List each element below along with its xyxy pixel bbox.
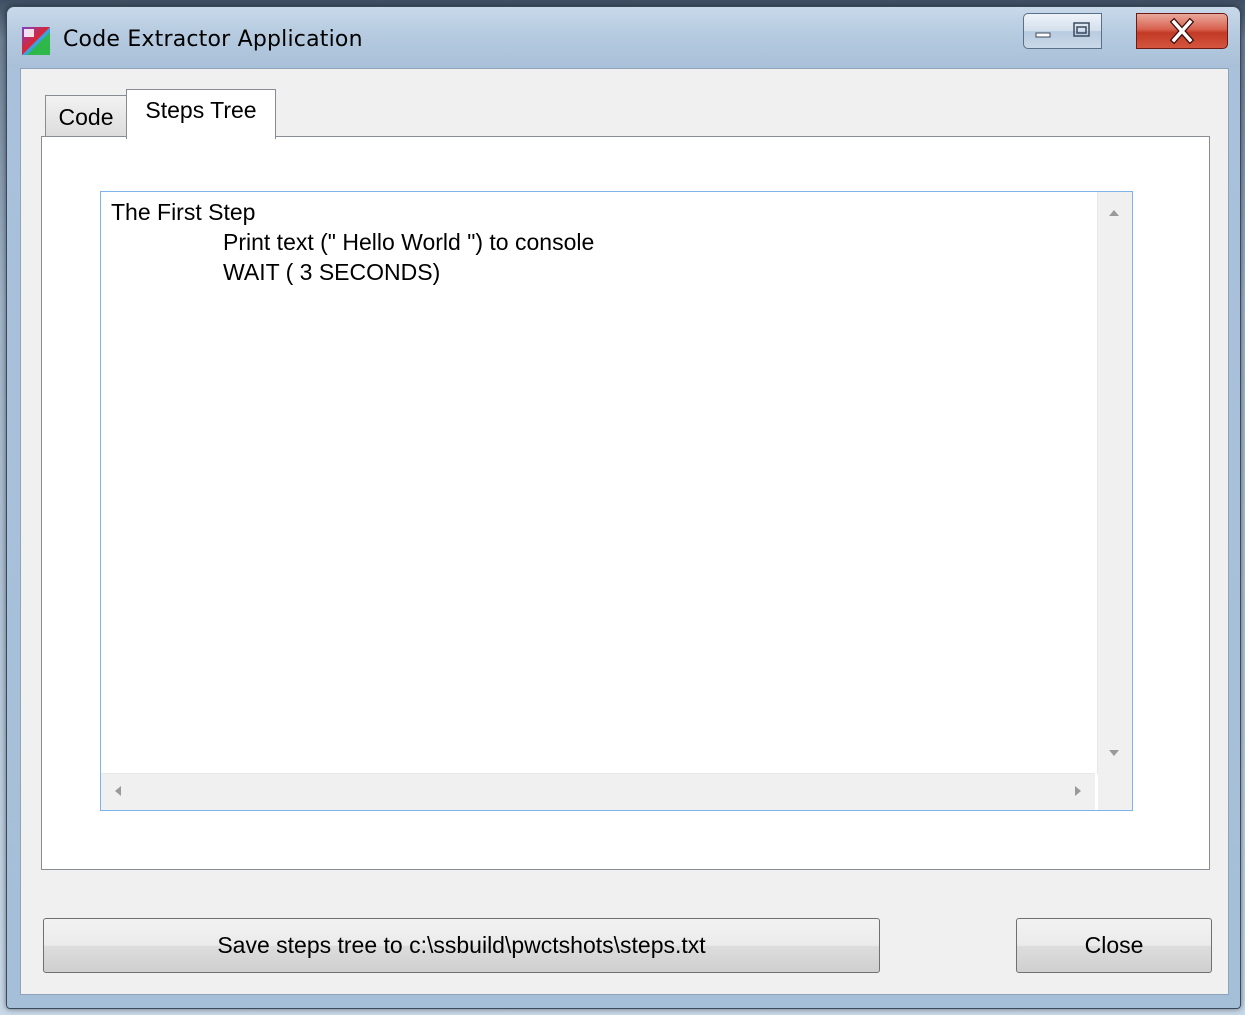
tab-code[interactable]: Code bbox=[45, 95, 127, 137]
minimize-icon bbox=[1035, 32, 1051, 38]
window-title: Code Extractor Application bbox=[63, 27, 363, 52]
maximize-button[interactable] bbox=[1062, 13, 1102, 49]
scroll-up-arrow-icon[interactable] bbox=[1109, 210, 1119, 216]
save-steps-tree-button[interactable]: Save steps tree to c:\ssbuild\pwctshots\… bbox=[43, 918, 880, 973]
close-window-button[interactable] bbox=[1136, 13, 1228, 49]
step-line: The First Step bbox=[111, 199, 256, 225]
steps-tree-content[interactable]: The First Step Print text (" Hello World… bbox=[101, 192, 1095, 774]
close-button[interactable]: Close bbox=[1016, 918, 1212, 973]
scrollbar-corner bbox=[1098, 774, 1132, 810]
steps-tree-textbox[interactable]: The First Step Print text (" Hello World… bbox=[100, 191, 1133, 811]
minimize-button[interactable] bbox=[1023, 13, 1063, 49]
close-x-icon bbox=[1169, 17, 1195, 45]
app-window: Code Extractor Application Code Steps Tr… bbox=[6, 6, 1241, 1009]
dialog-client-area: Code Steps Tree The First Step Print tex… bbox=[20, 68, 1229, 995]
title-bar[interactable]: Code Extractor Application bbox=[7, 7, 1240, 67]
step-line: WAIT ( 3 SECONDS) bbox=[223, 259, 441, 285]
step-line: Print text (" Hello World ") to console bbox=[223, 229, 595, 255]
tab-steps-tree[interactable]: Steps Tree bbox=[126, 89, 276, 139]
steps-tree-panel: The First Step Print text (" Hello World… bbox=[41, 136, 1210, 870]
scroll-left-arrow-icon[interactable] bbox=[115, 786, 121, 796]
vertical-scrollbar[interactable] bbox=[1097, 192, 1132, 774]
scroll-right-arrow-icon[interactable] bbox=[1075, 786, 1081, 796]
scroll-down-arrow-icon[interactable] bbox=[1109, 750, 1119, 756]
horizontal-scrollbar[interactable] bbox=[101, 773, 1095, 810]
app-logo-icon bbox=[22, 27, 50, 55]
maximize-icon bbox=[1073, 22, 1090, 37]
